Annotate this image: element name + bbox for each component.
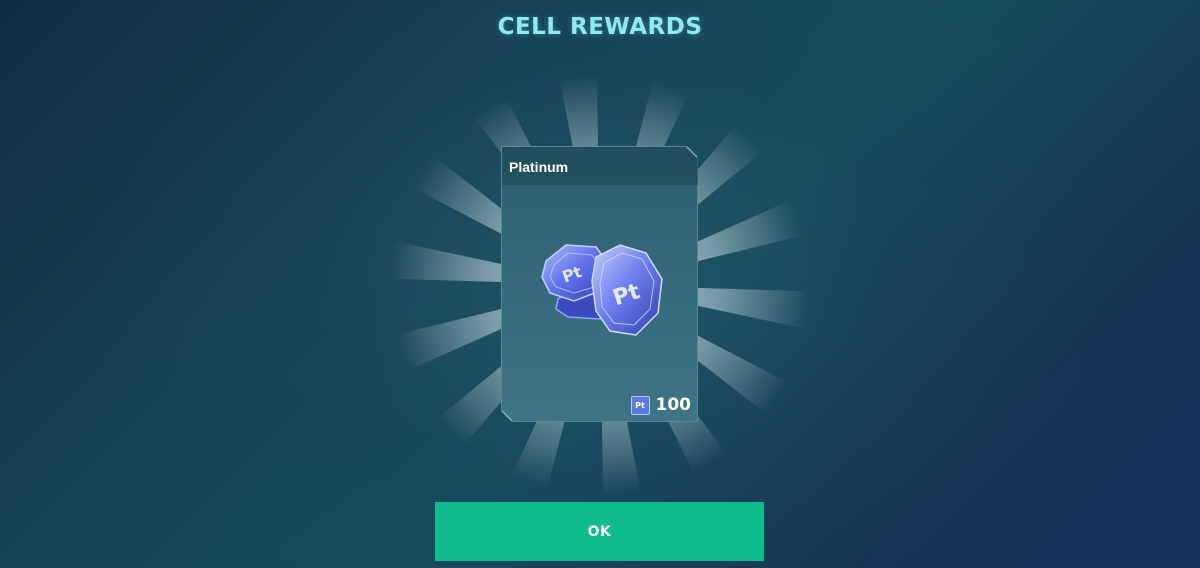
reward-amount: Pt 100: [630, 395, 692, 415]
reward-name: Platinum: [509, 159, 569, 175]
page-title: CELL REWARDS: [497, 14, 703, 40]
platinum-currency-icon: Pt: [630, 395, 650, 415]
reward-card: Platinum Pt Pt Pt 100: [501, 146, 698, 422]
platinum-coins-icon: Pt Pt: [541, 244, 663, 336]
card-corner-accent: [502, 410, 513, 421]
ok-button[interactable]: OK: [435, 502, 764, 561]
card-corner-accent: [686, 147, 697, 158]
reward-quantity: 100: [655, 395, 692, 415]
reward-card-header: Platinum: [502, 147, 698, 185]
